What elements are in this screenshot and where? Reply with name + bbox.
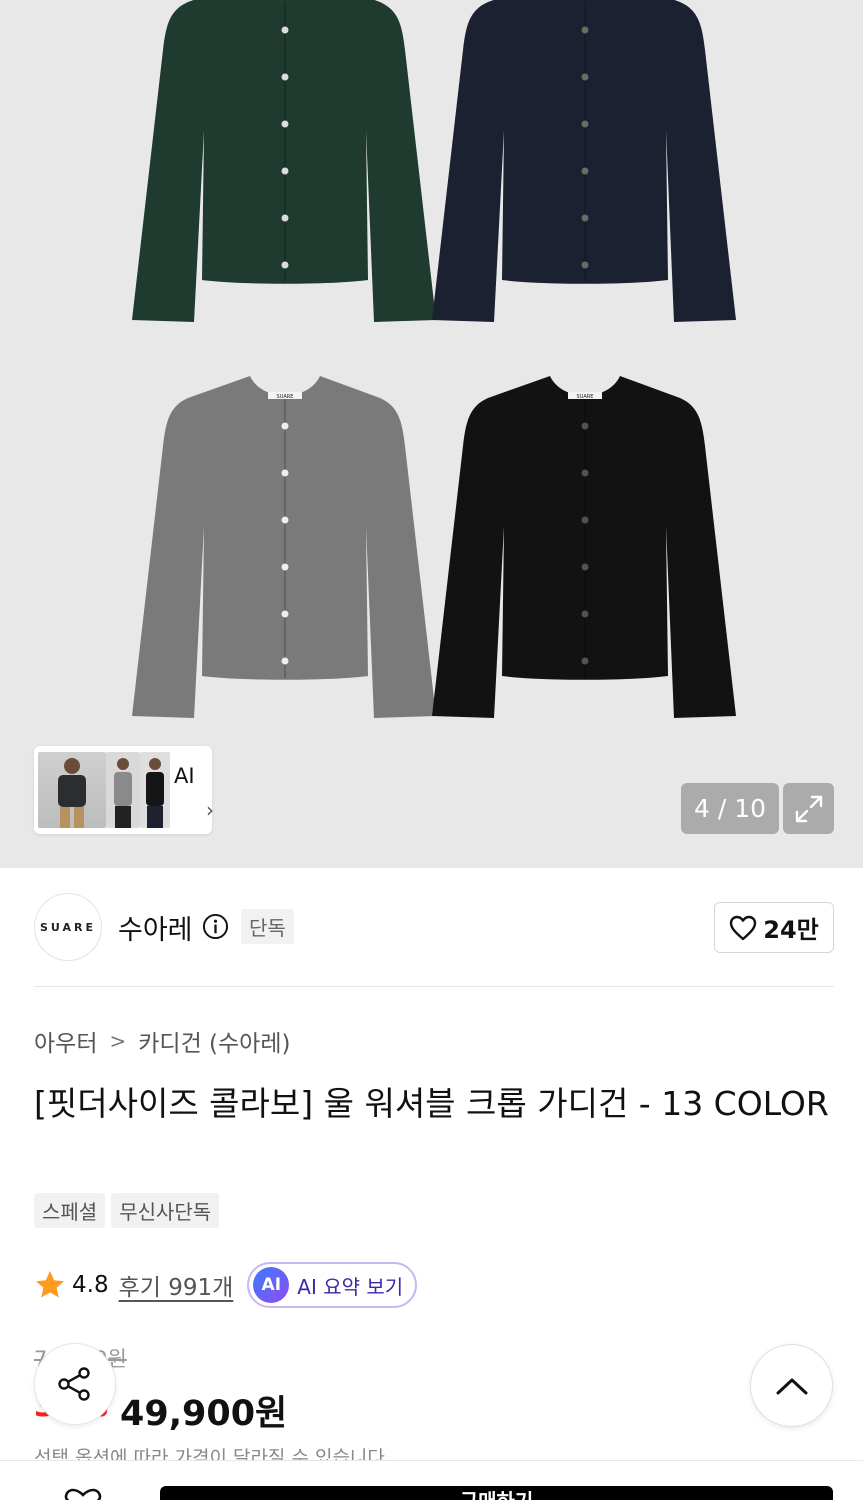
breadcrumb: 아우터 > 카디건 (수아레) bbox=[34, 1024, 290, 1058]
cardigan-button bbox=[281, 214, 289, 222]
heart-icon[interactable] bbox=[60, 1488, 106, 1500]
cardigan-button bbox=[581, 657, 589, 665]
cardigan-black: SUARE bbox=[432, 376, 736, 718]
rating-value: 4.8 bbox=[72, 1272, 109, 1298]
cardigan-button bbox=[581, 214, 589, 222]
cardigan-navy bbox=[432, 0, 736, 322]
cardigan-button bbox=[281, 563, 289, 571]
ai-thumbnail-label: AI bbox=[174, 764, 195, 788]
model-thumbnail-2 bbox=[106, 752, 140, 828]
cardigan-button bbox=[581, 26, 589, 34]
cardigan-button bbox=[581, 167, 589, 175]
scroll-to-top-button[interactable] bbox=[750, 1344, 833, 1427]
expand-icon bbox=[795, 795, 822, 822]
share-icon bbox=[58, 1367, 90, 1401]
cardigan-button bbox=[581, 563, 589, 571]
like-count: 24만 bbox=[763, 916, 819, 944]
cardigan-gray: SUARE bbox=[132, 376, 436, 718]
chevron-right-icon: > bbox=[109, 1029, 127, 1053]
cardigan-button bbox=[281, 26, 289, 34]
cardigan-green bbox=[132, 0, 436, 322]
cardigan-button bbox=[581, 73, 589, 81]
neck-label-text: SUARE bbox=[577, 394, 594, 400]
cardigan-button bbox=[581, 516, 589, 524]
ai-fitting-thumbnail-card[interactable]: AI › bbox=[34, 746, 214, 834]
cardigan-button bbox=[281, 167, 289, 175]
cardigan-button bbox=[281, 657, 289, 665]
brand-name[interactable]: 수아레 bbox=[118, 908, 193, 947]
divider bbox=[34, 986, 834, 987]
like-button[interactable]: 24만 bbox=[714, 902, 834, 953]
cardigan-button bbox=[281, 610, 289, 618]
breadcrumb-item-cardigan[interactable]: 카디건 (수아레) bbox=[138, 1024, 290, 1058]
expand-button[interactable] bbox=[783, 783, 834, 834]
model-thumbnail-3 bbox=[140, 752, 170, 828]
model-thumbnail-1 bbox=[38, 752, 106, 828]
image-counter: 4 / 10 bbox=[681, 783, 779, 834]
reviews-link[interactable]: 후기 991개 bbox=[119, 1268, 234, 1302]
ai-summary-label: AI 요약 보기 bbox=[297, 1274, 404, 1299]
star-icon bbox=[36, 1271, 64, 1298]
product-photo: SUARE SUARE bbox=[132, 0, 736, 718]
cardigan-button bbox=[281, 469, 289, 477]
share-button[interactable] bbox=[34, 1343, 116, 1425]
cardigan-button bbox=[581, 610, 589, 618]
exclusive-tag: 단독 bbox=[241, 909, 294, 944]
product-title: [핏더사이즈 콜라보] 울 워셔블 크롭 가디건 - 13 COLOR bbox=[34, 1084, 829, 1123]
product-image-gallery[interactable]: SUARE SUARE AI › 4 / 10 bbox=[0, 0, 863, 868]
tag-musinsa-exclusive: 무신사단독 bbox=[111, 1193, 220, 1228]
product-tags: 스페셜 무신사단독 bbox=[34, 1193, 220, 1228]
cardigan-button bbox=[281, 422, 289, 430]
cardigan-button bbox=[581, 422, 589, 430]
ai-badge-icon: AI bbox=[253, 1267, 290, 1303]
cardigan-button bbox=[281, 120, 289, 128]
cardigan-button bbox=[281, 261, 289, 269]
rating-row: 4.8 후기 991개 AI AI 요약 보기 bbox=[34, 1262, 418, 1308]
chevron-right-icon: › bbox=[206, 798, 214, 822]
cardigan-button bbox=[281, 516, 289, 524]
cardigan-button bbox=[581, 261, 589, 269]
cardigan-button bbox=[581, 469, 589, 477]
cardigan-button bbox=[281, 73, 289, 81]
cardigan-button bbox=[581, 120, 589, 128]
brand-logo[interactable]: SUARE bbox=[34, 893, 102, 961]
sale-price: 49,900원 bbox=[120, 1394, 288, 1434]
chevron-up-icon bbox=[776, 1378, 807, 1394]
ai-summary-button[interactable]: AI AI 요약 보기 bbox=[247, 1262, 418, 1308]
tag-special: 스페셜 bbox=[34, 1193, 106, 1228]
buy-button[interactable]: 구매하기 bbox=[160, 1486, 833, 1500]
breadcrumb-item-outer[interactable]: 아우터 bbox=[34, 1024, 97, 1058]
info-icon[interactable] bbox=[202, 913, 229, 940]
neck-label-text: SUARE bbox=[277, 394, 294, 400]
heart-icon bbox=[730, 915, 757, 940]
